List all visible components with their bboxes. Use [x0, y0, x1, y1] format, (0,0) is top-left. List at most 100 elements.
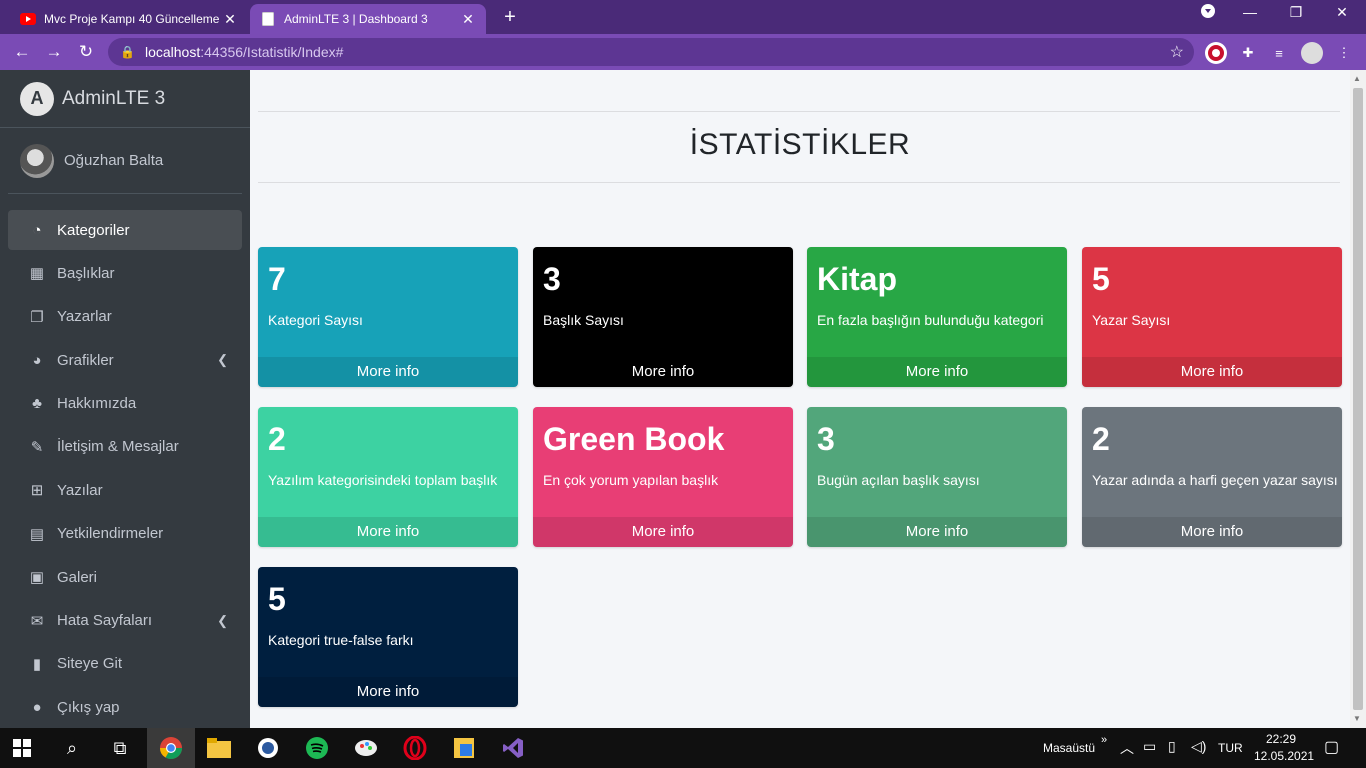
- scroll-thumb[interactable]: [1353, 88, 1363, 710]
- stat-label: Kategori Sayısı: [268, 312, 363, 328]
- brand-link[interactable]: A AdminLTE 3: [0, 70, 250, 128]
- envelope-icon: ✉: [30, 612, 44, 630]
- table-icon: ⊞: [30, 482, 44, 500]
- stat-value: 7: [268, 261, 286, 297]
- stat-label: Kategori true-false farkı: [268, 632, 414, 648]
- browser-toolbar: ← → ↻ 🔒 localhost:44356/Istatistik/Index…: [0, 34, 1366, 70]
- close-icon[interactable]: ✕: [460, 11, 476, 28]
- more-info-link[interactable]: More info: [1082, 517, 1342, 547]
- file-explorer-icon[interactable]: [205, 734, 233, 762]
- notifications-icon[interactable]: ▢: [1324, 737, 1339, 757]
- stat-value: 3: [817, 421, 835, 457]
- windows-start-icon[interactable]: [8, 734, 36, 762]
- sidebar-item-label: Galeri: [57, 568, 98, 586]
- sidebar-item-siteye-git[interactable]: ▮ Siteye Git: [8, 644, 242, 684]
- paint-app-icon[interactable]: [352, 734, 380, 762]
- book-icon: ▮: [32, 655, 42, 673]
- reload-button[interactable]: ↻: [70, 42, 102, 62]
- tab-adminlte[interactable]: AdminLTE 3 | Dashboard 3 ✕: [250, 4, 486, 34]
- stat-label: Başlık Sayısı: [543, 312, 624, 328]
- divider: [258, 111, 1340, 112]
- maximize-button[interactable]: ❐: [1276, 4, 1316, 21]
- sidebar-item-label: Yazılar: [57, 481, 103, 499]
- sidebar-item-label: Siteye Git: [57, 655, 123, 673]
- lock-icon: 🔒: [120, 45, 135, 59]
- task-view-icon[interactable]: ⧉: [106, 734, 134, 762]
- media-control-icon[interactable]: ≡: [1268, 42, 1290, 64]
- browser-tab-bar: Mvc Proje Kampı 40 Güncelleme ✕ AdminLTE…: [0, 0, 1366, 34]
- more-info-link[interactable]: More info: [258, 517, 518, 547]
- stat-box-true-false-fark: 5 Kategori true-false farkı More info: [258, 567, 518, 707]
- spotify-icon[interactable]: [303, 734, 331, 762]
- profile-menu-icon[interactable]: [1188, 4, 1228, 21]
- toolbar-expand-icon[interactable]: »: [1101, 734, 1107, 746]
- sidebar-item-galeri[interactable]: ▣ Galeri: [8, 557, 242, 597]
- sidebar-item-label: Yazarlar: [57, 308, 112, 326]
- sidebar-item-hata-sayfalari[interactable]: ✉ Hata Sayfaları ❮: [8, 601, 242, 641]
- tab-youtube[interactable]: Mvc Proje Kampı 40 Güncelleme ✕: [10, 4, 248, 34]
- windows-taskbar: ⌕ ⧉ Masaüstü » ︿ ▭ ▯ ◁) TUR 22:29 12.05.…: [0, 728, 1366, 768]
- stat-box-bugun-baslik: 3 Bugün açılan başlık sayısı More info: [807, 407, 1067, 547]
- copy-icon: ❐: [30, 308, 44, 326]
- forward-button[interactable]: →: [38, 42, 70, 62]
- sidebar-item-cikis[interactable]: ● Çıkış yap: [8, 687, 242, 727]
- adblock-extension-icon[interactable]: [1205, 42, 1227, 64]
- clock-date[interactable]: 12.05.2021: [1254, 749, 1314, 763]
- app-circle-icon[interactable]: [254, 734, 282, 762]
- sidebar-item-yetkilendirmeler[interactable]: ▤ Yetkilendirmeler: [8, 514, 242, 554]
- more-info-link[interactable]: More info: [1082, 357, 1342, 387]
- profile-avatar[interactable]: [1301, 42, 1323, 64]
- pie-chart-icon: ◕: [32, 351, 42, 369]
- more-info-link[interactable]: More info: [807, 357, 1067, 387]
- battery-icon[interactable]: ▭: [1143, 738, 1156, 755]
- user-panel[interactable]: Oğuzhan Balta: [8, 128, 242, 194]
- stat-value: Kitap: [817, 261, 897, 297]
- grid-icon: ▦: [29, 265, 45, 283]
- sidebar-item-yazilar[interactable]: ⊞ Yazılar: [8, 470, 242, 510]
- dev-tool-icon[interactable]: [450, 734, 478, 762]
- sidebar-nav: ◔ Kategoriler ▦ Başlıklar ❐ Yazarlar ◕ G…: [0, 194, 250, 727]
- stat-box-baslik-sayisi: 3 Başlık Sayısı More info: [533, 247, 793, 387]
- address-bar[interactable]: 🔒 localhost:44356/Istatistik/Index# ☆: [108, 38, 1194, 66]
- more-info-link[interactable]: More info: [533, 517, 793, 547]
- minimize-button[interactable]: —: [1230, 4, 1270, 20]
- sidebar-item-hakkimizda[interactable]: ♣ Hakkımızda: [8, 384, 242, 424]
- sidebar-item-iletisim[interactable]: ✎ İletişim & Mesajlar: [8, 427, 242, 467]
- more-info-link[interactable]: More info: [807, 517, 1067, 547]
- sidebar-item-grafikler[interactable]: ◕ Grafikler ❮: [8, 340, 242, 380]
- volume-icon[interactable]: ◁): [1191, 738, 1206, 755]
- chevron-up-icon[interactable]: ︿: [1120, 738, 1134, 758]
- more-info-link[interactable]: More info: [258, 677, 518, 707]
- avatar: [20, 143, 54, 178]
- page-title: İSTATİSTİKLER: [689, 128, 911, 161]
- sidebar-item-yazarlar[interactable]: ❐ Yazarlar: [8, 297, 242, 337]
- menu-kebab-icon[interactable]: ⋮: [1333, 42, 1355, 64]
- sidebar-item-basliklar[interactable]: ▦ Başlıklar: [8, 253, 242, 293]
- sidebar-item-label: Çıkış yap: [57, 698, 120, 716]
- clock-time[interactable]: 22:29: [1266, 732, 1296, 746]
- user-name: Oğuzhan Balta: [64, 152, 164, 169]
- back-button[interactable]: ←: [6, 42, 38, 62]
- visual-studio-icon[interactable]: [499, 734, 527, 762]
- bookmark-star-icon[interactable]: ☆: [1170, 42, 1184, 62]
- opera-icon[interactable]: [401, 734, 429, 762]
- more-info-link[interactable]: More info: [533, 357, 793, 387]
- stat-box-top-kategori: Kitap En fazla başlığın bulunduğu katego…: [807, 247, 1067, 387]
- page-scrollbar[interactable]: ▲ ▼: [1350, 70, 1366, 728]
- more-info-link[interactable]: More info: [258, 357, 518, 387]
- desktop-label[interactable]: Masaüstü: [1043, 741, 1095, 755]
- network-icon[interactable]: ▯: [1168, 738, 1176, 755]
- chrome-icon[interactable]: [157, 734, 185, 762]
- scroll-up-icon[interactable]: ▲: [1353, 74, 1361, 83]
- sidebar-item-label: Grafikler: [57, 351, 114, 369]
- close-window-button[interactable]: ✕: [1322, 4, 1362, 21]
- sidebar-item-kategoriler[interactable]: ◔ Kategoriler: [8, 210, 242, 250]
- stat-box-en-cok-yorum: Green Book En çok yorum yapılan başlık M…: [533, 407, 793, 547]
- language-indicator[interactable]: TUR: [1218, 741, 1243, 755]
- search-icon[interactable]: ⌕: [58, 734, 86, 762]
- chevron-left-icon: ❮: [217, 612, 228, 628]
- new-tab-button[interactable]: +: [498, 6, 522, 29]
- extensions-puzzle-icon[interactable]: ✚: [1237, 42, 1259, 64]
- scroll-down-icon[interactable]: ▼: [1353, 714, 1361, 723]
- close-icon[interactable]: ✕: [222, 11, 238, 28]
